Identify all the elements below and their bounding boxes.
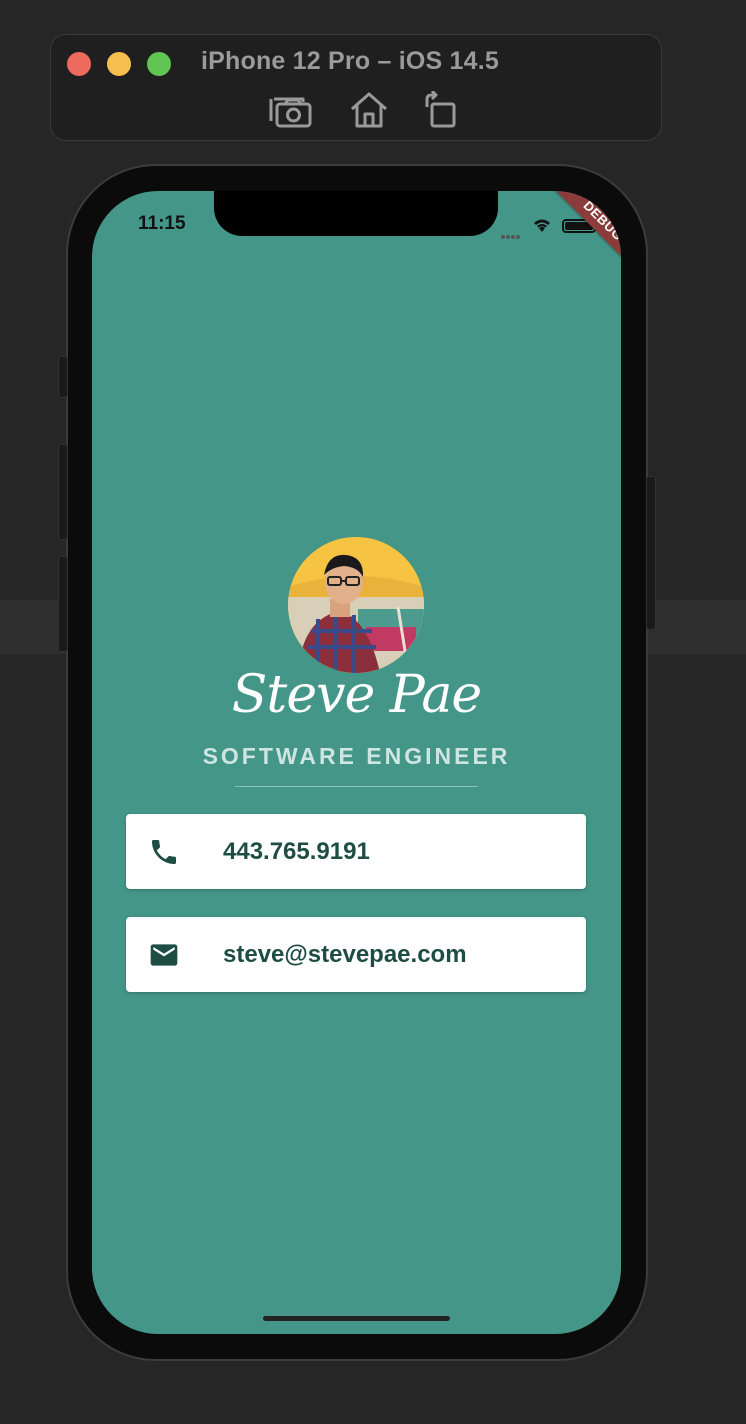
- wifi-icon: [530, 215, 554, 235]
- simulator-title: iPhone 12 Pro – iOS 14.5: [201, 47, 499, 75]
- home-icon[interactable]: [347, 91, 391, 129]
- profile-avatar: [288, 537, 424, 673]
- email-icon: [148, 939, 180, 971]
- profile-title: SOFTWARE ENGINEER: [202, 743, 511, 769]
- volume-down-button: [58, 556, 68, 652]
- mute-switch: [58, 356, 68, 398]
- phone-icon: [148, 836, 180, 868]
- simulator-toolbar: iPhone 12 Pro – iOS 14.5: [50, 34, 662, 141]
- device-notch: [214, 191, 498, 236]
- divider: [235, 786, 478, 787]
- power-button: [646, 476, 656, 630]
- rotate-icon[interactable]: [419, 91, 463, 129]
- phone-number: 443.765.9191: [223, 838, 370, 865]
- cellular-signal-icon: [500, 227, 522, 239]
- email-card[interactable]: steve@stevepae.com: [126, 917, 586, 992]
- minimize-window-button[interactable]: [107, 52, 131, 76]
- email-address: steve@stevepae.com: [223, 941, 467, 968]
- profile-name: Steve Pae: [231, 665, 482, 725]
- app-screen: 11:15 DEBUG Steve Pae SOFTWARE ENGINEER …: [92, 191, 621, 1334]
- screenshot-icon[interactable]: [269, 91, 313, 129]
- volume-up-button: [58, 444, 68, 540]
- phone-card[interactable]: 443.765.9191: [126, 814, 586, 889]
- close-window-button[interactable]: [67, 52, 91, 76]
- status-time: 11:15: [138, 213, 186, 234]
- home-indicator[interactable]: [263, 1316, 450, 1321]
- zoom-window-button[interactable]: [147, 52, 171, 76]
